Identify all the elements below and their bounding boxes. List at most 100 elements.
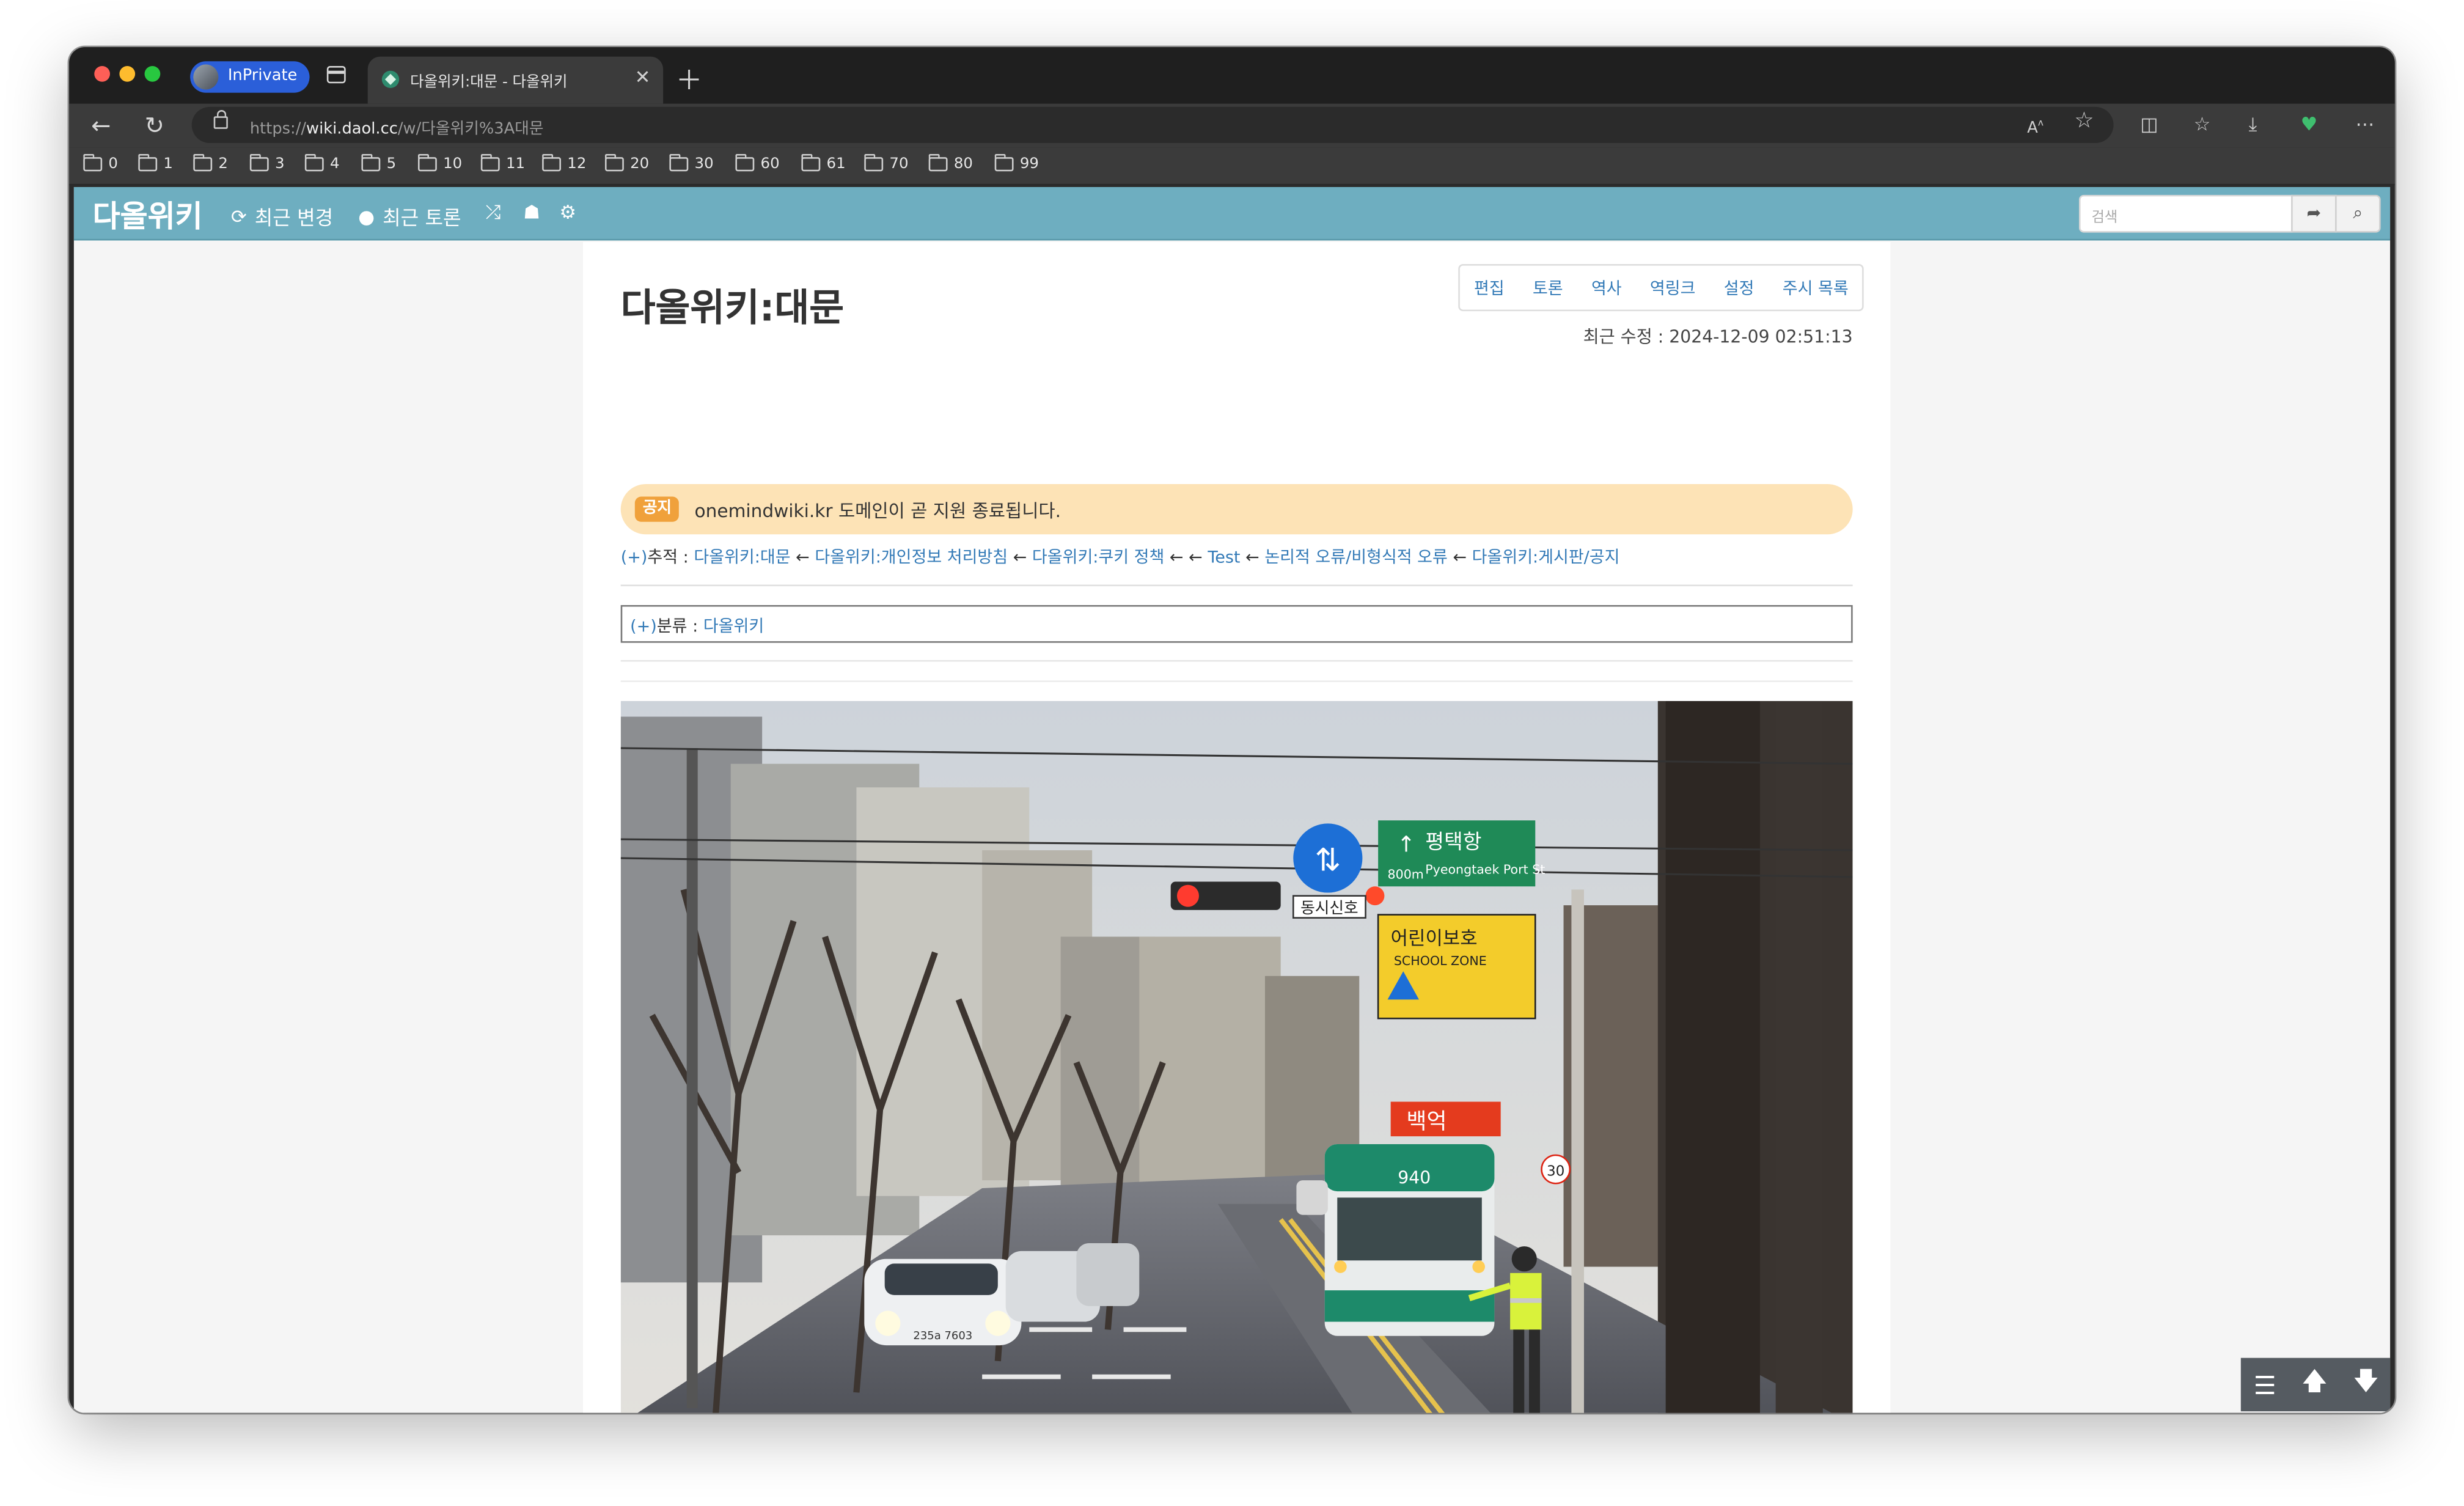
direction-sign-en-text: Pyeongtaek Port St: [1425, 862, 1545, 877]
favorite-star-icon[interactable]: ☆: [2074, 110, 2094, 132]
notice-text: onemindwiki.kr 도메인이 곧 지원 종료됩니다.: [694, 499, 1062, 522]
last-modified: 최근 수정 : 2024-12-09 02:51:13: [1583, 326, 1853, 348]
downloads-icon[interactable]: ⤓: [2249, 113, 2257, 135]
folder-icon: [542, 153, 561, 172]
trace-link[interactable]: 다올위키:쿠키 정책: [1032, 548, 1164, 567]
divider: [620, 680, 1853, 682]
category-toggle[interactable]: (+): [630, 618, 657, 637]
trace-link[interactable]: 논리적 오류/비형식적 오류: [1264, 548, 1448, 567]
trace-link[interactable]: 다올위키:대문: [694, 548, 790, 567]
split-screen-icon[interactable]: ◫: [2140, 113, 2158, 135]
floating-nav-bar: ☰ 🡅 🡇: [2240, 1357, 2391, 1412]
search-button[interactable]: ⌕: [2335, 194, 2381, 233]
tools-menu-link[interactable]: ⚙: [559, 201, 576, 223]
bookmark-folder[interactable]: 5: [361, 153, 396, 173]
folder-icon: [928, 153, 948, 172]
school-sign-text: 어린이보호: [1391, 927, 1478, 949]
refresh-icon: ⟳: [230, 205, 247, 227]
bookmark-folder[interactable]: 99: [994, 153, 1039, 173]
more-menu-icon[interactable]: ⋯: [2356, 113, 2375, 135]
bookmark-folder[interactable]: 70: [864, 153, 909, 173]
scroll-down-arrow-icon[interactable]: 🡇: [2353, 1364, 2378, 1406]
divider: [620, 584, 1853, 587]
bookmark-folder[interactable]: 80: [928, 153, 973, 173]
trace-toggle[interactable]: (+): [621, 548, 648, 567]
scroll-up-arrow-icon[interactable]: 🡅: [2301, 1364, 2327, 1406]
tab-title: 다올위키:대문 - 다올위키: [410, 73, 568, 92]
page-actions: 편집 토론 역사 역링크 설정 주시 목록: [1458, 263, 1865, 312]
category-link[interactable]: 다올위키: [703, 618, 764, 637]
address-toolbar: ← ↻ https://wiki.daol.cc/w/다올위키%3A대문 Aʌ …: [69, 103, 2395, 148]
bookmark-folder[interactable]: 11: [480, 153, 525, 173]
settings-button[interactable]: 설정: [1710, 276, 1769, 299]
bookmark-folder[interactable]: 2: [193, 153, 228, 173]
main-page-photo: ⇅ 동시신호 ↑ 평택항 800m Pyeongtaek Port St 어린이…: [620, 700, 1853, 1413]
browser-essentials-icon[interactable]: ♥: [2301, 113, 2318, 135]
comment-icon: ●: [358, 205, 375, 227]
edit-button[interactable]: 편집: [1460, 276, 1519, 299]
svg-text:↑: ↑: [1397, 832, 1415, 858]
bookmark-folder[interactable]: 30: [669, 153, 714, 173]
watchlist-button[interactable]: 주시 목록: [1769, 276, 1863, 299]
random-page-link[interactable]: ⤮: [486, 201, 501, 225]
bookmark-folder[interactable]: 10: [417, 153, 462, 173]
folder-icon: [304, 153, 324, 172]
inprivate-profile-button[interactable]: InPrivate: [190, 61, 310, 93]
address-bar[interactable]: https://wiki.daol.cc/w/다올위키%3A대문: [191, 106, 2114, 143]
speed-sign-text: 30: [1547, 1163, 1564, 1179]
zoom-window-button[interactable]: [144, 65, 161, 82]
trace-link[interactable]: 다올위키:개인정보 처리방침: [815, 548, 1008, 567]
go-to-page-button[interactable]: ➦: [2291, 194, 2337, 233]
page-title: 다올위키:대문: [620, 285, 845, 330]
browser-window: InPrivate 다올위키:대문 - 다올위키 ✕ ＋ ← ↻ https:/…: [69, 47, 2395, 1413]
bookmark-folder[interactable]: 20: [604, 153, 649, 173]
refresh-icon[interactable]: ↻: [145, 112, 164, 140]
read-aloud-icon[interactable]: Aʌ: [2027, 113, 2044, 141]
trace-link[interactable]: 다올위키:게시판/공지: [1472, 548, 1620, 567]
bookmark-folder[interactable]: 12: [542, 153, 586, 173]
browser-tab-active[interactable]: 다올위키:대문 - 다올위키 ✕: [367, 56, 664, 104]
favorites-list-icon[interactable]: ☆: [2194, 113, 2211, 135]
tab-close-icon[interactable]: ✕: [635, 66, 651, 88]
tab-actions-icon[interactable]: [326, 65, 346, 84]
bookmark-folder[interactable]: 3: [249, 153, 285, 173]
divider: [620, 659, 1853, 662]
bookmark-folder[interactable]: 4: [304, 153, 340, 173]
car-plate-text: 235a 7603: [913, 1329, 972, 1342]
history-button[interactable]: 역사: [1577, 276, 1636, 299]
notice-badge: 공지: [634, 496, 680, 522]
folder-icon: [417, 153, 437, 172]
profile-avatar-icon: [193, 64, 219, 90]
folder-icon: [193, 153, 213, 172]
site-notice: 공지 onemindwiki.kr 도메인이 곧 지원 종료됩니다.: [620, 483, 1853, 535]
minimize-window-button[interactable]: [119, 65, 136, 82]
bookmark-folder[interactable]: 1: [138, 153, 173, 173]
recent-changes-link[interactable]: ⟳ 최근 변경: [231, 201, 333, 231]
shuffle-icon: ⤮: [485, 201, 501, 224]
user-menu-link[interactable]: ☗: [523, 201, 540, 223]
distance-sign-text: 800m: [1388, 867, 1424, 881]
site-navbar: 다올위키 ⟳ 최근 변경 ● 최근 토론 ⤮ ☗ ⚙ 검색 ➦ ⌕: [73, 186, 2391, 241]
new-tab-icon[interactable]: ＋: [676, 58, 703, 97]
close-window-button[interactable]: [94, 65, 110, 82]
trace-link[interactable]: Test: [1208, 548, 1240, 567]
folder-icon: [801, 153, 821, 172]
folder-icon: [604, 153, 624, 172]
title-bar: InPrivate 다올위키:대문 - 다올위키 ✕ ＋: [69, 47, 2395, 104]
back-arrow-icon[interactable]: ←: [91, 112, 111, 140]
bookmark-folder[interactable]: 60: [735, 153, 780, 173]
bookmarks-bar: 0 1 2 3 4 5 10 11 12 20 30 60 61 70 80 9…: [69, 147, 2395, 186]
bookmark-folder[interactable]: 61: [801, 153, 846, 173]
recent-discussions-link[interactable]: ● 최근 토론: [358, 201, 461, 231]
folder-icon: [994, 153, 1014, 172]
site-brand-link[interactable]: 다올위키: [93, 193, 203, 235]
url-text: https://wiki.daol.cc/w/다올위키%3A대문: [249, 120, 544, 139]
search-input[interactable]: 검색: [2078, 194, 2293, 233]
folder-icon: [864, 153, 884, 172]
site-favicon-icon: [381, 70, 400, 88]
bookmark-folder[interactable]: 0: [83, 153, 118, 173]
backlinks-button[interactable]: 역링크: [1636, 276, 1710, 299]
svg-text:⇅: ⇅: [1314, 842, 1341, 879]
table-of-contents-icon[interactable]: ☰: [2254, 1370, 2276, 1400]
discussion-button[interactable]: 토론: [1519, 276, 1577, 299]
